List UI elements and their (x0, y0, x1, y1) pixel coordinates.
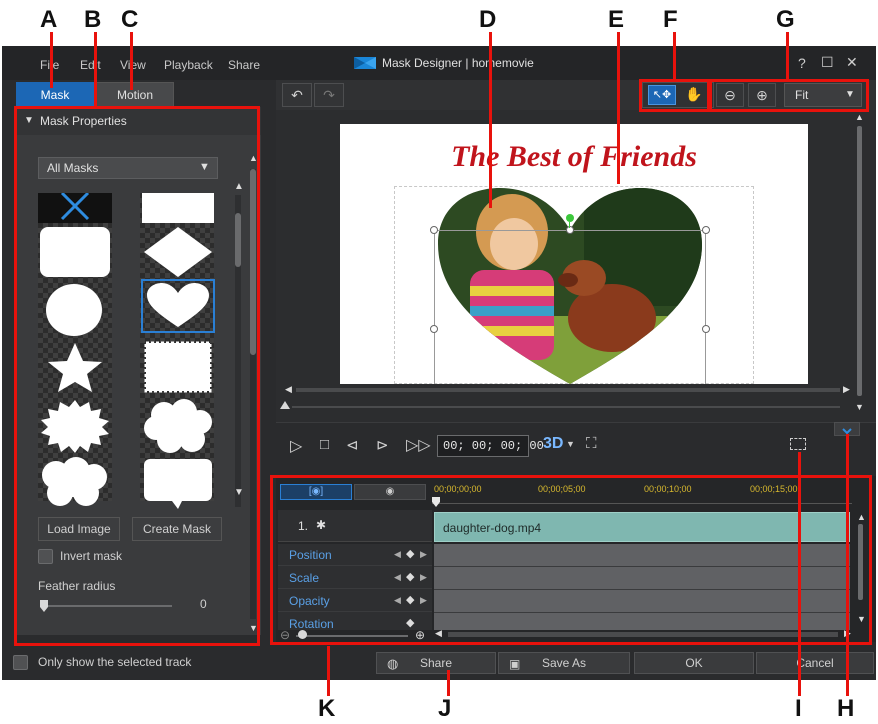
selection-bounding-box (434, 230, 706, 384)
resize-handle[interactable] (430, 325, 438, 333)
callout-pointer-g (786, 32, 789, 80)
stereo-3d-icon[interactable]: 3D (543, 435, 563, 453)
ok-button[interactable]: OK (634, 652, 754, 674)
next-frame-icon[interactable]: ⊳ (376, 436, 389, 454)
playback-bar (276, 422, 876, 472)
menu-edit[interactable]: Edit (80, 58, 101, 72)
callout-box-f (639, 79, 710, 112)
only-selected-track-checkbox[interactable] (13, 655, 28, 670)
share-button[interactable]: ◍ Share (376, 652, 496, 674)
resize-handle[interactable] (702, 325, 710, 333)
callout-box-b (14, 106, 260, 646)
tab-mask[interactable]: Mask (16, 82, 94, 107)
callout-letter-g: G (776, 6, 795, 33)
tab-motion[interactable]: Motion (96, 82, 174, 107)
callout-pointer-h (846, 434, 849, 696)
preview-scroll-left-icon[interactable]: ◀ (285, 384, 292, 395)
callout-pointer-d (489, 32, 492, 208)
app-logo-icon (354, 56, 376, 70)
callout-pointer-a (50, 32, 53, 88)
timecode-value: 00; 00; 00; 00 (443, 439, 544, 453)
preview-vscrollbar[interactable] (857, 126, 862, 396)
save-as-button-label: Save As (541, 656, 587, 670)
callout-letter-a: A (40, 6, 58, 33)
playhead-marker-icon[interactable] (280, 398, 290, 409)
fast-forward-icon[interactable]: ▷▷ (406, 435, 431, 455)
preview-hscrollbar[interactable] (296, 388, 840, 392)
preview-scroll-down-icon[interactable]: ▼ (855, 402, 864, 412)
callout-letter-h: H (837, 695, 855, 722)
callout-letter-f: F (663, 6, 678, 33)
undo-icon[interactable]: ↶ (282, 83, 312, 107)
resize-handle[interactable] (566, 226, 574, 234)
callout-letter-k: K (318, 695, 336, 722)
save-as-button[interactable]: ▣ Save As (498, 652, 630, 674)
save-disk-icon: ▣ (509, 657, 521, 671)
timecode-field[interactable]: 00; 00; 00; 00 (437, 435, 544, 457)
callout-letter-i: I (795, 695, 802, 722)
help-icon[interactable]: ? (798, 55, 806, 71)
resize-handle[interactable] (430, 226, 438, 234)
play-icon[interactable]: ▷ (290, 436, 302, 456)
rotate-handle[interactable] (566, 214, 574, 222)
callout-letter-e: E (608, 6, 625, 33)
preview-canvas[interactable]: The Best of Friends (340, 124, 808, 384)
resize-handle[interactable] (702, 226, 710, 234)
redo-icon[interactable]: ↷ (314, 83, 344, 107)
callout-pointer-c (130, 32, 133, 90)
preview-seek-bar[interactable] (292, 406, 840, 408)
preview-scroll-right-icon[interactable]: ▶ (843, 384, 850, 395)
preview-scroll-up-icon[interactable]: ▲ (855, 112, 864, 122)
callout-box-k (270, 475, 872, 645)
callout-letter-b: B (84, 6, 102, 33)
stereo-dropdown-chevron-icon[interactable]: ▼ (566, 439, 575, 449)
callout-letter-d: D (479, 6, 497, 33)
menu-playback[interactable]: Playback (164, 58, 213, 72)
fullscreen-icon[interactable]: ⛶ (586, 435, 597, 452)
callout-letter-c: C (121, 6, 139, 33)
close-icon[interactable]: ✕ (846, 54, 858, 71)
previous-frame-icon[interactable]: ⊲ (346, 436, 359, 454)
callout-pointer-e (617, 32, 620, 184)
callout-pointer-f (673, 32, 676, 80)
preview-title-text[interactable]: The Best of Friends (340, 140, 808, 174)
menu-share[interactable]: Share (228, 58, 260, 72)
callout-letter-j: J (438, 695, 452, 722)
callout-pointer-b (94, 32, 97, 108)
share-button-label: Share (419, 656, 453, 670)
window-title: Mask Designer | homemovie (382, 56, 534, 70)
callout-box-g (709, 79, 869, 112)
cancel-button[interactable]: Cancel (756, 652, 874, 674)
share-globe-icon: ◍ (387, 656, 399, 671)
rotate-handle-stem (569, 222, 570, 228)
stop-icon[interactable]: □ (320, 436, 329, 453)
only-selected-track-label: Only show the selected track (38, 655, 192, 669)
callout-pointer-k (327, 646, 330, 696)
annotated-screenshot: File Edit View Playback Share Mask Desig… (0, 0, 878, 724)
safe-zone-icon[interactable] (790, 438, 806, 450)
callout-pointer-i (798, 452, 801, 696)
maximize-icon[interactable]: ☐ (821, 54, 834, 71)
callout-pointer-j (447, 670, 450, 696)
